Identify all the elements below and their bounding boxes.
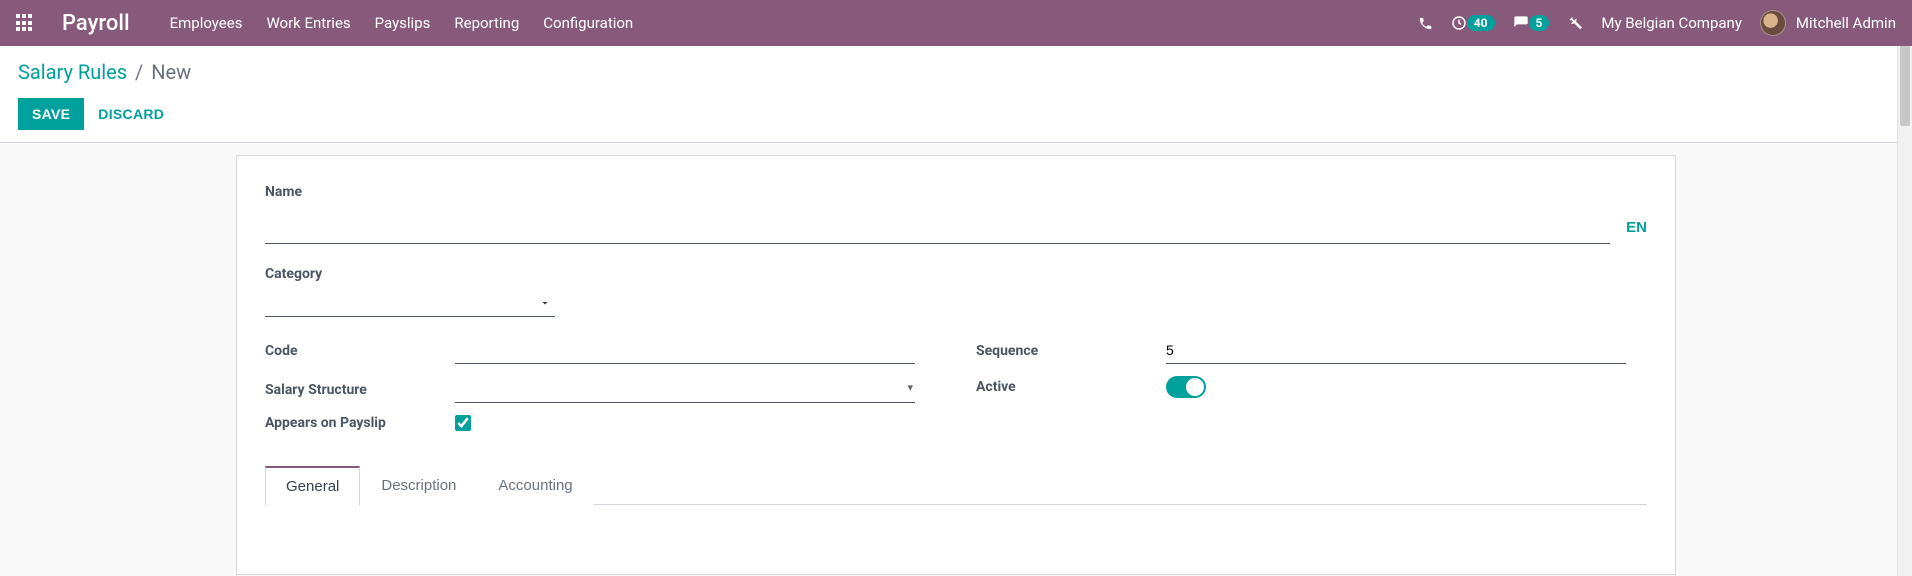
structure-label: Salary Structure xyxy=(265,382,455,398)
nav-reporting[interactable]: Reporting xyxy=(454,14,519,32)
canvas: Name EN Category Code xyxy=(0,143,1912,575)
appears-label: Appears on Payslip xyxy=(265,415,455,431)
avatar xyxy=(1760,10,1786,36)
messages-button[interactable]: 5 xyxy=(1513,15,1550,31)
category-input[interactable] xyxy=(265,288,555,317)
active-label: Active xyxy=(976,379,1166,395)
user-name: Mitchell Admin xyxy=(1796,14,1896,32)
form-tabs: General Description Accounting xyxy=(265,465,1647,505)
app-brand[interactable]: Payroll xyxy=(62,11,130,36)
apps-icon[interactable] xyxy=(16,14,34,32)
scrollbar-thumb[interactable] xyxy=(1900,46,1910,126)
control-panel: Salary Rules / New SAVE DISCARD xyxy=(0,46,1912,142)
toggle-knob xyxy=(1186,378,1204,396)
structure-input[interactable] xyxy=(455,376,915,403)
debug-icon[interactable] xyxy=(1567,15,1583,31)
tab-description[interactable]: Description xyxy=(360,465,477,505)
topbar-right: 40 5 My Belgian Company Mitchell Admin xyxy=(1418,10,1896,36)
form-sheet: Name EN Category Code xyxy=(236,155,1676,575)
active-toggle[interactable] xyxy=(1166,376,1206,398)
sequence-field: Sequence xyxy=(976,337,1647,364)
activities-button[interactable]: 40 xyxy=(1451,15,1495,31)
name-input[interactable] xyxy=(265,206,1610,244)
main-nav: Employees Work Entries Payslips Reportin… xyxy=(170,14,634,32)
breadcrumb-current: New xyxy=(151,60,191,84)
active-field: Active xyxy=(976,376,1647,398)
user-menu[interactable]: Mitchell Admin xyxy=(1760,10,1896,36)
two-column-fields: Code Salary Structure ▾ Appears on Paysl… xyxy=(265,337,1647,443)
nav-employees[interactable]: Employees xyxy=(170,14,243,32)
code-field: Code xyxy=(265,337,936,364)
breadcrumb-root[interactable]: Salary Rules xyxy=(18,60,127,84)
nav-configuration[interactable]: Configuration xyxy=(543,14,633,32)
sequence-input[interactable] xyxy=(1166,337,1626,364)
activities-count: 40 xyxy=(1467,15,1495,31)
scrollbar[interactable] xyxy=(1897,46,1912,576)
category-label: Category xyxy=(265,266,1647,282)
breadcrumb-sep: / xyxy=(135,60,143,84)
code-input[interactable] xyxy=(455,337,915,364)
name-label: Name xyxy=(265,184,1647,200)
sequence-label: Sequence xyxy=(976,343,1166,359)
nav-payslips[interactable]: Payslips xyxy=(375,14,431,32)
code-label: Code xyxy=(265,343,455,359)
save-button[interactable]: SAVE xyxy=(18,98,84,130)
topbar: Payroll Employees Work Entries Payslips … xyxy=(0,0,1912,46)
company-switcher[interactable]: My Belgian Company xyxy=(1601,14,1742,32)
action-buttons: SAVE DISCARD xyxy=(18,98,1894,142)
tab-general[interactable]: General xyxy=(265,466,360,506)
name-field: Name EN xyxy=(265,184,1647,244)
nav-work-entries[interactable]: Work Entries xyxy=(266,14,350,32)
appears-checkbox[interactable] xyxy=(455,415,471,431)
category-field: Category xyxy=(265,266,1647,317)
structure-field: Salary Structure ▾ xyxy=(265,376,936,403)
discard-button[interactable]: DISCARD xyxy=(98,106,164,122)
lang-button[interactable]: EN xyxy=(1626,219,1647,244)
messages-count: 5 xyxy=(1529,15,1550,31)
phone-icon[interactable] xyxy=(1418,16,1433,31)
breadcrumb: Salary Rules / New xyxy=(18,60,1894,84)
tab-accounting[interactable]: Accounting xyxy=(477,465,593,505)
tab-underline xyxy=(594,465,1647,505)
appears-field: Appears on Payslip xyxy=(265,415,936,431)
